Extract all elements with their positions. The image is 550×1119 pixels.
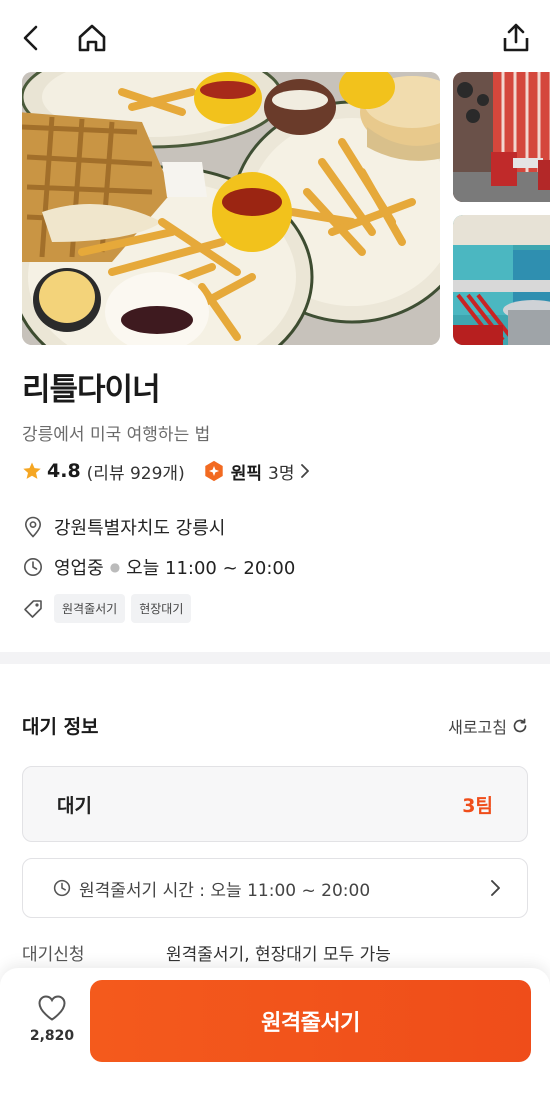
address-row: 강원특별자치도 강릉시 bbox=[22, 514, 225, 540]
home-icon bbox=[78, 24, 106, 52]
tags-row: 원격줄서기 현장대기 bbox=[22, 594, 197, 623]
remote-queue-time-row[interactable]: 원격줄서기 시간 : 오늘 11:00 ~ 20:00 bbox=[22, 858, 528, 918]
wait-team-count: 3팀 bbox=[462, 795, 493, 817]
wait-count-card: 대기 3팀 bbox=[22, 766, 528, 842]
refresh-label: 새로고침 bbox=[448, 718, 507, 737]
chevron-right-icon bbox=[301, 464, 310, 478]
place-name: 리틀다이너 bbox=[22, 372, 161, 408]
hours-row: 영업중 ● 오늘 11:00 ~ 20:00 bbox=[22, 554, 295, 580]
top-bar bbox=[0, 0, 550, 72]
location-pin-icon bbox=[24, 516, 42, 538]
remote-queue-button[interactable]: 원격줄서기 bbox=[90, 980, 531, 1062]
chevron-right-icon bbox=[491, 880, 500, 896]
chevron-left-icon bbox=[23, 25, 38, 51]
wait-label: 대기 bbox=[57, 795, 92, 817]
rating-value: 4.8 bbox=[47, 460, 81, 482]
review-count[interactable]: (리뷰 929개) bbox=[87, 459, 185, 484]
like-count: 2,820 bbox=[29, 1028, 75, 1044]
back-button[interactable] bbox=[12, 18, 52, 58]
bottom-action-bar: 2,820 원격줄서기 bbox=[0, 968, 550, 1119]
pick-badge-icon bbox=[205, 460, 223, 482]
pick-label: 원픽 bbox=[230, 463, 262, 484]
apply-label: 대기신청 bbox=[22, 945, 85, 965]
tag-chip: 현장대기 bbox=[131, 594, 192, 623]
interior-photo-1[interactable] bbox=[453, 72, 550, 202]
place-tagline: 강릉에서 미국 여행하는 법 bbox=[22, 425, 211, 445]
star-icon bbox=[23, 462, 41, 479]
waiting-section-title: 대기 정보 bbox=[22, 716, 99, 738]
apply-value: 원격줄서기, 현장대기 모두 가능 bbox=[166, 945, 391, 965]
photo-gallery[interactable] bbox=[22, 72, 550, 346]
heart-icon bbox=[38, 995, 66, 1021]
open-hours: 오늘 11:00 ~ 20:00 bbox=[126, 558, 296, 579]
remote-queue-time: 원격줄서기 시간 : 오늘 11:00 ~ 20:00 bbox=[79, 880, 371, 901]
pick-count: 3명 bbox=[268, 463, 295, 484]
clock-icon bbox=[53, 879, 71, 897]
open-status: 영업중 bbox=[54, 558, 104, 579]
address-text: 강원특별자치도 강릉시 bbox=[54, 518, 226, 539]
separator-dot: ● bbox=[109, 560, 121, 574]
interior-photo-2[interactable] bbox=[453, 215, 550, 345]
share-icon bbox=[503, 23, 529, 52]
section-divider bbox=[0, 652, 550, 664]
refresh-icon bbox=[513, 718, 527, 733]
home-button[interactable] bbox=[72, 18, 112, 58]
main-food-photo[interactable] bbox=[22, 72, 440, 345]
like-button[interactable]: 2,820 bbox=[22, 994, 82, 1044]
tag-chip: 원격줄서기 bbox=[54, 594, 126, 623]
refresh-button[interactable]: 새로고침 bbox=[448, 714, 528, 738]
share-button[interactable] bbox=[496, 18, 536, 58]
rating-row[interactable]: 4.8 (리뷰 929개) 원픽 3명 bbox=[22, 457, 310, 485]
clock-icon bbox=[24, 558, 42, 576]
tag-icon bbox=[24, 599, 42, 618]
